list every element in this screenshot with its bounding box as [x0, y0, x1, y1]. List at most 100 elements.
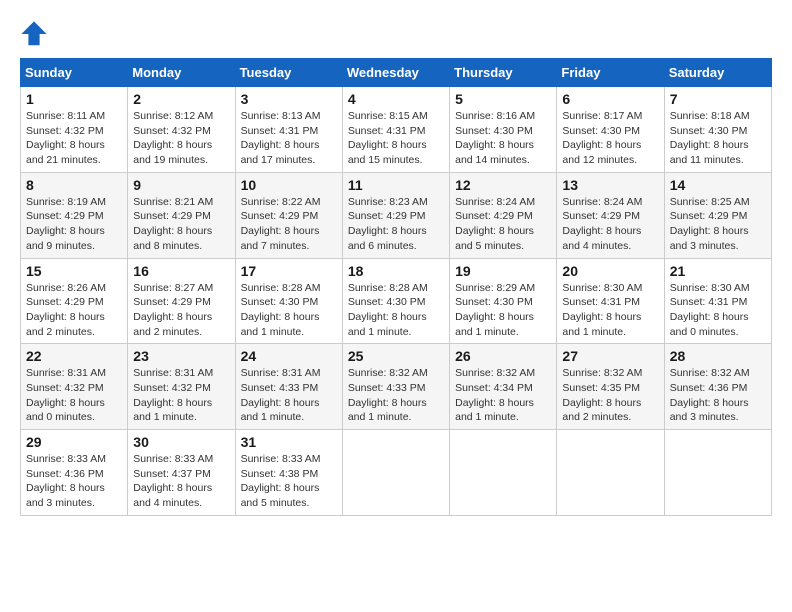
calendar-cell: 15 Sunrise: 8:26 AMSunset: 4:29 PMDayligh…: [21, 258, 128, 344]
day-info: Sunrise: 8:17 AMSunset: 4:30 PMDaylight:…: [562, 109, 658, 168]
weekday-wednesday: Wednesday: [342, 59, 449, 87]
logo: [20, 20, 52, 48]
day-number: 10: [241, 177, 337, 193]
calendar-cell: 28 Sunrise: 8:32 AMSunset: 4:36 PMDayligh…: [664, 344, 771, 430]
day-info: Sunrise: 8:22 AMSunset: 4:29 PMDaylight:…: [241, 195, 337, 254]
calendar-week-row: 8Sunrise: 8:19 AMSunset: 4:29 PMDaylight…: [21, 172, 772, 258]
calendar-cell: 22 Sunrise: 8:31 AMSunset: 4:32 PMDayligh…: [21, 344, 128, 430]
calendar-cell: [664, 430, 771, 516]
calendar-cell: [557, 430, 664, 516]
calendar-cell: 16 Sunrise: 8:27 AMSunset: 4:29 PMDayligh…: [128, 258, 235, 344]
day-number: 27: [562, 348, 658, 364]
day-info: Sunrise: 8:33 AMSunset: 4:37 PMDaylight:…: [133, 452, 229, 511]
day-number: 30: [133, 434, 229, 450]
day-number: 25: [348, 348, 444, 364]
calendar-week-row: 1 Sunrise: 8:11 AMSunset: 4:32 PMDaylight…: [21, 87, 772, 173]
day-info: Sunrise: 8:28 AMSunset: 4:30 PMDaylight:…: [348, 281, 444, 340]
day-info: Sunrise: 8:33 AMSunset: 4:36 PMDaylight:…: [26, 452, 122, 511]
day-info: Sunrise: 8:31 AMSunset: 4:33 PMDaylight:…: [241, 366, 337, 425]
calendar-cell: 8Sunrise: 8:19 AMSunset: 4:29 PMDaylight…: [21, 172, 128, 258]
calendar-cell: 23Sunrise: 8:31 AMSunset: 4:32 PMDayligh…: [128, 344, 235, 430]
day-number: 2: [133, 91, 229, 107]
weekday-monday: Monday: [128, 59, 235, 87]
day-number: 29: [26, 434, 122, 450]
day-info: Sunrise: 8:32 AMSunset: 4:34 PMDaylight:…: [455, 366, 551, 425]
weekday-tuesday: Tuesday: [235, 59, 342, 87]
calendar-cell: 14 Sunrise: 8:25 AMSunset: 4:29 PMDayligh…: [664, 172, 771, 258]
day-info: Sunrise: 8:16 AMSunset: 4:30 PMDaylight:…: [455, 109, 551, 168]
day-number: 6: [562, 91, 658, 107]
day-number: 3: [241, 91, 337, 107]
day-info: Sunrise: 8:30 AMSunset: 4:31 PMDaylight:…: [562, 281, 658, 340]
day-info: Sunrise: 8:26 AMSunset: 4:29 PMDaylight:…: [26, 281, 122, 340]
day-number: 26: [455, 348, 551, 364]
day-info: Sunrise: 8:13 AMSunset: 4:31 PMDaylight:…: [241, 109, 337, 168]
calendar-cell: 12 Sunrise: 8:24 AMSunset: 4:29 PMDayligh…: [450, 172, 557, 258]
calendar-cell: 17 Sunrise: 8:28 AMSunset: 4:30 PMDayligh…: [235, 258, 342, 344]
weekday-thursday: Thursday: [450, 59, 557, 87]
page-header: [20, 20, 772, 48]
weekday-friday: Friday: [557, 59, 664, 87]
calendar-cell: 26 Sunrise: 8:32 AMSunset: 4:34 PMDayligh…: [450, 344, 557, 430]
day-info: Sunrise: 8:31 AMSunset: 4:32 PMDaylight:…: [26, 366, 122, 425]
calendar-cell: 29 Sunrise: 8:33 AMSunset: 4:36 PMDayligh…: [21, 430, 128, 516]
day-info: Sunrise: 8:25 AMSunset: 4:29 PMDaylight:…: [670, 195, 766, 254]
day-number: 8: [26, 177, 122, 193]
calendar-cell: 31Sunrise: 8:33 AMSunset: 4:38 PMDayligh…: [235, 430, 342, 516]
calendar-body: 1 Sunrise: 8:11 AMSunset: 4:32 PMDaylight…: [21, 87, 772, 516]
calendar-cell: 11Sunrise: 8:23 AMSunset: 4:29 PMDayligh…: [342, 172, 449, 258]
day-info: Sunrise: 8:28 AMSunset: 4:30 PMDaylight:…: [241, 281, 337, 340]
day-number: 1: [26, 91, 122, 107]
day-info: Sunrise: 8:32 AMSunset: 4:33 PMDaylight:…: [348, 366, 444, 425]
day-info: Sunrise: 8:18 AMSunset: 4:30 PMDaylight:…: [670, 109, 766, 168]
calendar-week-row: 15 Sunrise: 8:26 AMSunset: 4:29 PMDayligh…: [21, 258, 772, 344]
day-number: 5: [455, 91, 551, 107]
day-number: 12: [455, 177, 551, 193]
calendar-cell: 24 Sunrise: 8:31 AMSunset: 4:33 PMDayligh…: [235, 344, 342, 430]
weekday-header-row: SundayMondayTuesdayWednesdayThursdayFrid…: [21, 59, 772, 87]
day-number: 9: [133, 177, 229, 193]
day-info: Sunrise: 8:24 AMSunset: 4:29 PMDaylight:…: [562, 195, 658, 254]
day-info: Sunrise: 8:29 AMSunset: 4:30 PMDaylight:…: [455, 281, 551, 340]
day-number: 24: [241, 348, 337, 364]
calendar-cell: 9 Sunrise: 8:21 AMSunset: 4:29 PMDaylight…: [128, 172, 235, 258]
calendar-cell: 4 Sunrise: 8:15 AMSunset: 4:31 PMDaylight…: [342, 87, 449, 173]
day-number: 17: [241, 263, 337, 279]
calendar-cell: [450, 430, 557, 516]
calendar-cell: 21 Sunrise: 8:30 AMSunset: 4:31 PMDayligh…: [664, 258, 771, 344]
calendar-cell: 13 Sunrise: 8:24 AMSunset: 4:29 PMDayligh…: [557, 172, 664, 258]
day-number: 28: [670, 348, 766, 364]
day-info: Sunrise: 8:24 AMSunset: 4:29 PMDaylight:…: [455, 195, 551, 254]
day-number: 19: [455, 263, 551, 279]
calendar-week-row: 22 Sunrise: 8:31 AMSunset: 4:32 PMDayligh…: [21, 344, 772, 430]
day-info: Sunrise: 8:21 AMSunset: 4:29 PMDaylight:…: [133, 195, 229, 254]
calendar-cell: 1 Sunrise: 8:11 AMSunset: 4:32 PMDaylight…: [21, 87, 128, 173]
calendar-cell: 30 Sunrise: 8:33 AMSunset: 4:37 PMDayligh…: [128, 430, 235, 516]
day-info: Sunrise: 8:12 AMSunset: 4:32 PMDaylight:…: [133, 109, 229, 168]
day-info: Sunrise: 8:31 AMSunset: 4:32 PMDaylight:…: [133, 366, 229, 425]
calendar-cell: 18 Sunrise: 8:28 AMSunset: 4:30 PMDayligh…: [342, 258, 449, 344]
day-info: Sunrise: 8:15 AMSunset: 4:31 PMDaylight:…: [348, 109, 444, 168]
calendar-cell: 27Sunrise: 8:32 AMSunset: 4:35 PMDayligh…: [557, 344, 664, 430]
day-number: 20: [562, 263, 658, 279]
day-number: 16: [133, 263, 229, 279]
day-number: 14: [670, 177, 766, 193]
weekday-sunday: Sunday: [21, 59, 128, 87]
day-number: 22: [26, 348, 122, 364]
day-number: 15: [26, 263, 122, 279]
day-number: 21: [670, 263, 766, 279]
day-info: Sunrise: 8:33 AMSunset: 4:38 PMDaylight:…: [241, 452, 337, 511]
day-info: Sunrise: 8:32 AMSunset: 4:36 PMDaylight:…: [670, 366, 766, 425]
day-number: 4: [348, 91, 444, 107]
day-number: 11: [348, 177, 444, 193]
day-info: Sunrise: 8:27 AMSunset: 4:29 PMDaylight:…: [133, 281, 229, 340]
day-number: 7: [670, 91, 766, 107]
calendar-cell: 20 Sunrise: 8:30 AMSunset: 4:31 PMDayligh…: [557, 258, 664, 344]
day-number: 18: [348, 263, 444, 279]
day-number: 13: [562, 177, 658, 193]
calendar-week-row: 29 Sunrise: 8:33 AMSunset: 4:36 PMDayligh…: [21, 430, 772, 516]
calendar-cell: 6 Sunrise: 8:17 AMSunset: 4:30 PMDaylight…: [557, 87, 664, 173]
calendar-cell: 5 Sunrise: 8:16 AMSunset: 4:30 PMDaylight…: [450, 87, 557, 173]
day-info: Sunrise: 8:11 AMSunset: 4:32 PMDaylight:…: [26, 109, 122, 168]
day-info: Sunrise: 8:30 AMSunset: 4:31 PMDaylight:…: [670, 281, 766, 340]
